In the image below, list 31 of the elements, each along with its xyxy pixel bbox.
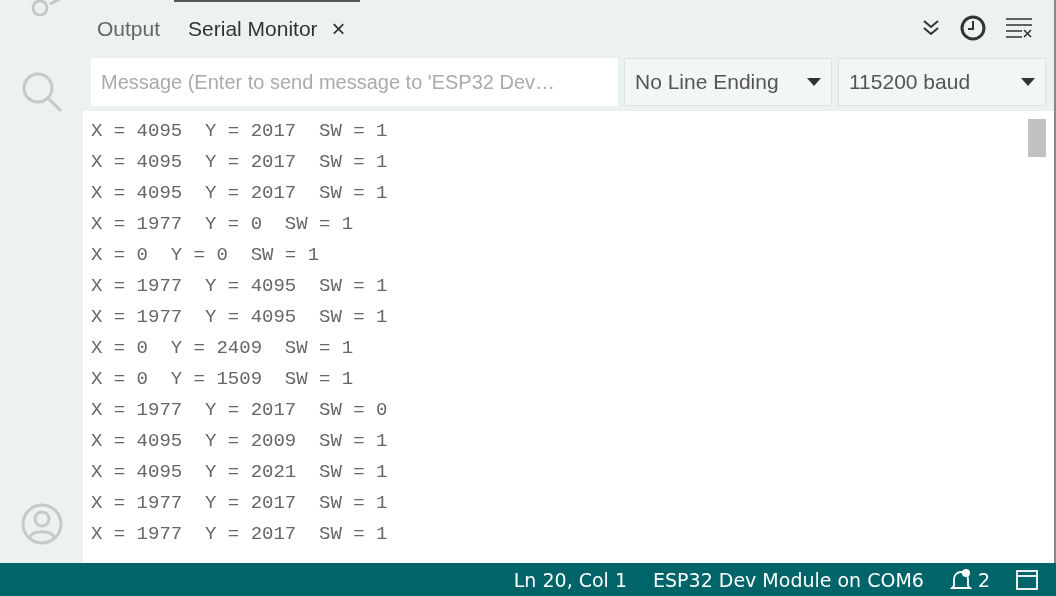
double-chevron-icon[interactable] <box>922 18 940 37</box>
output-line: X = 1977 Y = 2017 SW = 0 <box>91 398 388 423</box>
output-line: X = 1977 Y = 2017 SW = 1 <box>91 491 388 516</box>
notification-count: 2 <box>977 568 990 591</box>
cursor-position: Ln 20, Col 1 <box>513 568 627 591</box>
output-line: X = 4095 Y = 2009 SW = 1 <box>91 429 388 454</box>
output-line: X = 4095 Y = 2017 SW = 1 <box>91 150 388 175</box>
output-line: X = 0 Y = 2409 SW = 1 <box>91 336 354 361</box>
tab[interactable]: Output <box>83 0 175 55</box>
output-line: X = 1977 Y = 0 SW = 1 <box>91 212 354 237</box>
panel-icon[interactable] <box>1016 569 1038 590</box>
caret-icon <box>1021 78 1035 86</box>
caret-icon <box>807 78 821 86</box>
output-line: X = 0 Y = 0 SW = 1 <box>91 243 320 268</box>
output-line: X = 4095 Y = 2017 SW = 1 <box>91 181 388 206</box>
message-field[interactable]: Message (Enter to send message to 'ESP32 Dev… <box>91 58 618 106</box>
output-line: X = 1977 Y = 2017 SW = 1 <box>91 522 388 547</box>
close-icon[interactable]: × <box>331 14 346 43</box>
tab[interactable]: Serial Monitor × <box>174 0 360 55</box>
scrollbar-thumb[interactable] <box>1028 119 1046 157</box>
line-ending-dropdown[interactable]: No Line Ending <box>624 58 832 106</box>
output-line: X = 4095 Y = 2021 SW = 1 <box>91 460 388 485</box>
output-line: X = 0 Y = 1509 SW = 1 <box>91 367 354 392</box>
output-line: X = 4095 Y = 2017 SW = 1 <box>91 119 388 144</box>
clock-icon[interactable] <box>960 14 986 41</box>
bell-icon[interactable] <box>949 567 972 592</box>
output-line: X = 1977 Y = 4095 SW = 1 <box>91 274 388 299</box>
clear-output-icon[interactable] <box>1006 16 1032 39</box>
baud-rate-dropdown[interactable]: 115200 baud <box>838 58 1046 106</box>
output-line: X = 1977 Y = 4095 SW = 1 <box>91 305 388 330</box>
board-port: ESP32 Dev Module on COM6 <box>653 568 924 591</box>
